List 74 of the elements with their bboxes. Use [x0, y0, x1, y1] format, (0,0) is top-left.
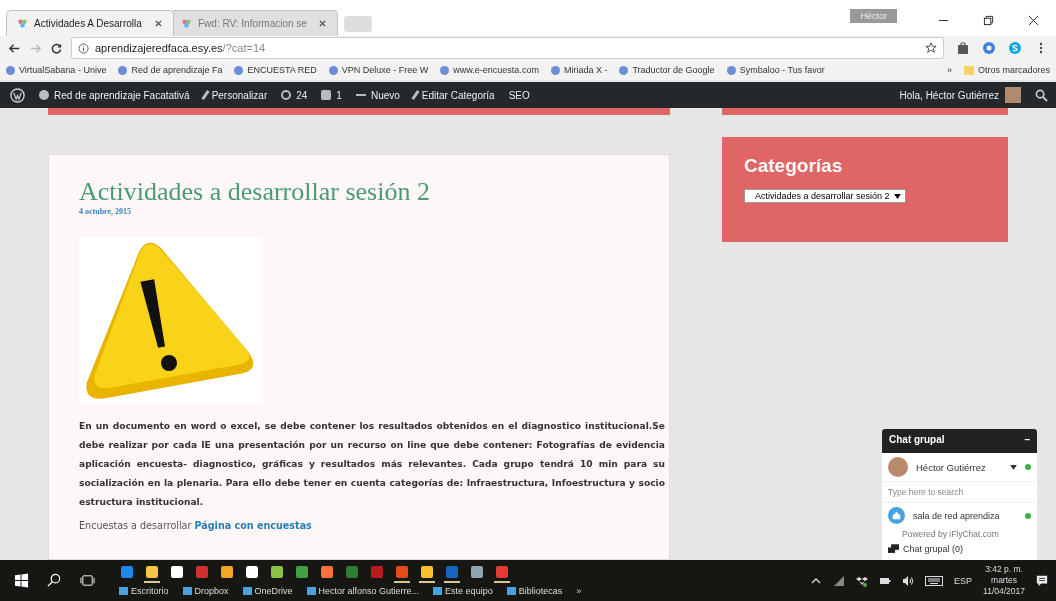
toolbar-shortcut[interactable]: Dropbox — [182, 586, 229, 596]
close-icon[interactable] — [1028, 15, 1039, 26]
toolbar-overflow-button[interactable]: » — [576, 586, 582, 596]
close-icon[interactable] — [318, 19, 327, 28]
toolbar-shortcut[interactable]: Bibliotecas — [506, 586, 563, 596]
admin-bar-comments-link[interactable]: 1 — [321, 89, 342, 101]
toolbar-shortcut[interactable]: Este equipo — [433, 586, 493, 596]
post-date: 4 octubre, 2015 — [79, 207, 133, 216]
app-icon[interactable] — [144, 563, 160, 583]
chat-bubbles-icon — [888, 544, 899, 554]
dropbox-icon[interactable] — [856, 574, 869, 587]
volume-icon[interactable] — [902, 574, 915, 587]
app-icon[interactable] — [419, 563, 435, 583]
bookmark[interactable]: ENCUESTA RED — [234, 65, 317, 75]
info-icon — [78, 42, 89, 54]
caret-icon — [893, 193, 901, 199]
bookmark[interactable]: VirtualSabana - Unive — [6, 65, 107, 75]
app-icon[interactable] — [394, 563, 410, 583]
input-language[interactable]: ESP — [954, 575, 973, 586]
search-icon[interactable] — [1035, 88, 1048, 102]
notification-icon[interactable] — [1036, 574, 1048, 587]
home-icon — [888, 507, 905, 524]
close-icon[interactable] — [154, 19, 163, 28]
bookmark[interactable]: VPN Deluxe - Free W — [328, 65, 429, 75]
more-bookmarks-button[interactable]: » — [946, 65, 952, 75]
chat-room-item[interactable]: sala de red aprendiza — [882, 503, 1037, 528]
skype-icon[interactable] — [1008, 41, 1022, 55]
admin-bar-new-link[interactable]: Nuevo — [355, 89, 400, 101]
windows-start-icon[interactable] — [14, 573, 29, 588]
toolbar-shortcut[interactable]: OneDrive — [242, 586, 293, 596]
favicon-icon — [181, 18, 192, 29]
powered-by-text: Powered by iFlyChat.com — [901, 528, 1000, 541]
bookmark[interactable]: www.e-encuesta.com — [440, 65, 539, 75]
star-icon[interactable] — [925, 42, 937, 54]
favicon-icon — [17, 18, 28, 29]
extension-icon[interactable] — [982, 41, 996, 55]
admin-bar-site-link[interactable]: Red de aprendizaje Facatativá — [39, 89, 190, 101]
clock[interactable]: 3:42 p. m. martes 11/04/2017 — [983, 564, 1025, 597]
browser-tab[interactable]: Actividades A Desarrolla — [6, 10, 174, 36]
app-icon[interactable] — [444, 563, 460, 583]
wordpress-logo-icon[interactable] — [10, 87, 25, 103]
online-dot — [1025, 512, 1031, 519]
admin-bar-account-link[interactable]: Hola, Héctor Gutiérrez — [899, 89, 999, 101]
chat-user-name: Héctor Gutiérrez — [916, 461, 986, 473]
avatar-icon — [888, 457, 908, 477]
post-body: En un documento en word o excel, se debe contener los resultados obtenidos en el diagnostico institucional.Se debe realizar por cada IE una presentación por un recurso on line que debe contener: Fotografías de evidencia aplicación encuesta- diagnostico, gráficas y resultados más relevantes. Cada grupo tendrá 10 min para su socialización en la plenaria. Para ello debe tener en cuenta categorías de: Infraestructura, Infoestructura y socio estructura institucional. — [79, 420, 665, 509]
admin-bar-customize-link[interactable]: Personalizar — [203, 89, 268, 101]
admin-bar-edit-link[interactable]: Editar Categoría — [413, 89, 495, 101]
keyboard-icon[interactable] — [925, 574, 944, 587]
reload-icon[interactable] — [50, 41, 63, 55]
avatar-icon — [1005, 87, 1021, 103]
bookmark[interactable]: Symbaloo - Tus favor — [726, 65, 825, 75]
surveys-link[interactable]: Página con encuestas — [194, 520, 312, 531]
admin-bar-seo-link[interactable]: SEO — [508, 89, 530, 101]
caret-icon[interactable] — [1010, 464, 1017, 470]
toolbar-shortcut[interactable]: Hector alfonso Gutierre... — [306, 586, 420, 596]
admin-bar-updates-link[interactable]: 24 — [281, 89, 308, 101]
bookmark[interactable]: Traductor de Google — [619, 65, 715, 75]
bookmark[interactable]: Miriada X - — [550, 65, 608, 75]
task-view-icon[interactable] — [80, 573, 95, 588]
link-intro: Encuestas a desarrollar — [79, 520, 192, 531]
bookmark[interactable]: Red de aprendizaje Fa — [118, 65, 223, 75]
chat-group-link[interactable]: Chat grupal (0) — [903, 544, 964, 554]
app-icon[interactable] — [494, 563, 510, 583]
search-icon[interactable] — [47, 573, 62, 588]
online-dot — [1025, 464, 1031, 470]
restore-icon[interactable] — [983, 15, 994, 26]
toolbar-shortcut[interactable]: Escritorio — [119, 586, 169, 596]
widget-title: Categorías — [744, 155, 844, 177]
address-bar[interactable]: aprendizajeredfaca.esy.es/?cat=14 — [71, 37, 944, 59]
bookmark-folder[interactable]: Otros marcadores — [963, 65, 1050, 75]
bag-icon[interactable] — [956, 41, 970, 55]
category-dropdown[interactable]: Actividades a desarrollar sesión 2 — [744, 189, 906, 203]
chat-header[interactable]: Chat grupal – — [882, 429, 1037, 453]
